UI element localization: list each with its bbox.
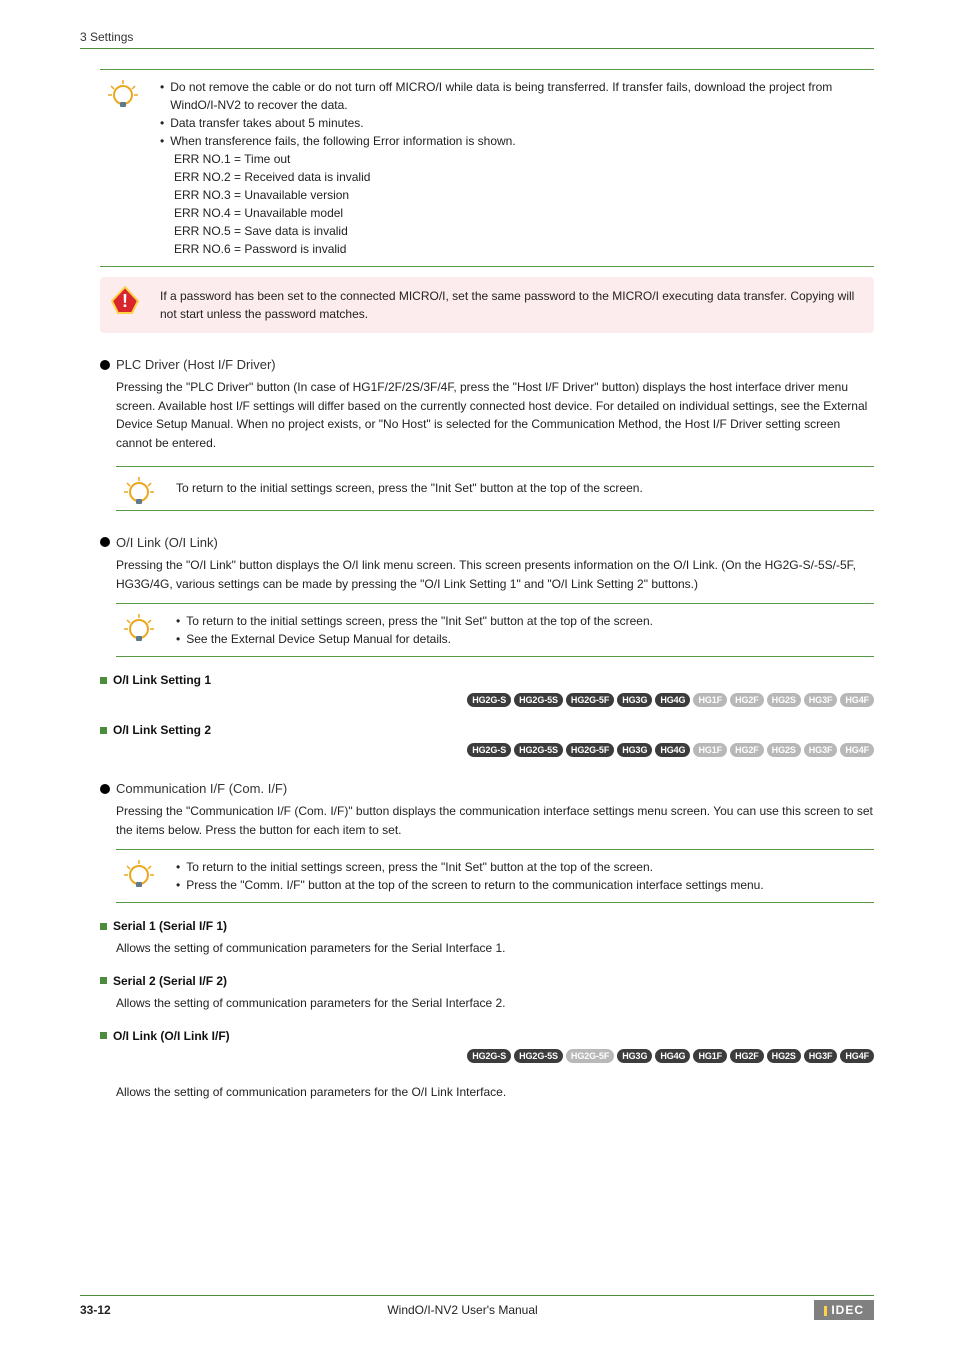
model-tag: HG2S (767, 743, 801, 757)
note-item: •To return to the initial settings scree… (176, 612, 874, 630)
note-item: •Data transfer takes about 5 minutes. (160, 114, 874, 132)
model-tag: HG2G-S (467, 693, 511, 707)
model-tag: HG2G-5F (566, 743, 614, 757)
model-tag: HG2G-5F (566, 693, 614, 707)
note-comm: •To return to the initial settings scree… (116, 849, 874, 903)
note-item: •Do not remove the cable or do not turn … (160, 78, 874, 114)
note-item: •See the External Device Setup Manual fo… (176, 630, 874, 648)
model-tag: HG2G-S (467, 1049, 511, 1063)
sub-serial-1: Serial 1 (Serial I/F 1) (100, 919, 874, 933)
model-tag: HG3F (804, 1049, 838, 1063)
error-code: ERR NO.4 = Unavailable model (174, 204, 874, 222)
lightbulb-icon (124, 477, 154, 510)
model-tag: HG2S (767, 1049, 801, 1063)
sub-serial-2: Serial 2 (Serial I/F 2) (100, 974, 874, 988)
model-tag: HG2G-5S (514, 693, 563, 707)
sub-oilink-if: O/I Link (O/I Link I/F) (100, 1029, 874, 1043)
model-tag: HG3G (617, 693, 652, 707)
note-data-transfer: •Do not remove the cable or do not turn … (100, 69, 874, 267)
model-tag: HG4F (840, 1049, 874, 1063)
serial1-body: Allows the setting of communication para… (116, 939, 874, 958)
model-tag: HG4G (655, 693, 690, 707)
error-code: ERR NO.5 = Save data is invalid (174, 222, 874, 240)
page-section-label: 3 Settings (80, 30, 874, 44)
note-item: •Press the "Comm. I/F" button at the top… (176, 876, 874, 894)
comm-body: Pressing the "Communication I/F (Com. I/… (116, 802, 874, 839)
note-oilink: •To return to the initial settings scree… (116, 603, 874, 657)
model-tag: HG2S (767, 693, 801, 707)
lightbulb-icon (124, 860, 154, 893)
plc-body: Pressing the "PLC Driver" button (In cas… (116, 378, 874, 452)
model-tags-row: HG2G-SHG2G-5SHG2G-5FHG3GHG4GHG1FHG2FHG2S… (100, 693, 874, 707)
note-item: •When transference fails, the following … (160, 132, 874, 150)
error-code: ERR NO.1 = Time out (174, 150, 874, 168)
model-tag: HG4F (840, 743, 874, 757)
model-tag: HG3G (617, 1049, 652, 1063)
model-tags-row: HG2G-SHG2G-5SHG2G-5FHG3GHG4GHG1FHG2FHG2S… (100, 1049, 874, 1063)
lightbulb-icon (124, 614, 154, 647)
warning-text: If a password has been set to the connec… (160, 287, 864, 323)
idec-logo: IDEC (814, 1300, 874, 1320)
model-tag: HG4G (655, 743, 690, 757)
model-tag: HG2G-5S (514, 743, 563, 757)
section-comm-if: Communication I/F (Com. I/F) (100, 781, 874, 796)
error-code: ERR NO.2 = Received data is invalid (174, 168, 874, 186)
note-plc-initset: To return to the initial settings screen… (116, 466, 874, 511)
sub-oilink-setting-1: O/I Link Setting 1 (100, 673, 874, 687)
model-tag: HG2G-S (467, 743, 511, 757)
page-number: 33-12 (80, 1303, 111, 1317)
model-tag: HG4F (840, 693, 874, 707)
model-tag: HG1F (693, 693, 727, 707)
model-tag: HG2F (730, 743, 764, 757)
model-tag: HG3F (804, 693, 838, 707)
error-code: ERR NO.6 = Password is invalid (174, 240, 874, 258)
warning-password: If a password has been set to the connec… (100, 277, 874, 333)
model-tag: HG4G (655, 1049, 690, 1063)
model-tag: HG2F (730, 693, 764, 707)
model-tag: HG3F (804, 743, 838, 757)
model-tag: HG2F (730, 1049, 764, 1063)
warning-icon (110, 285, 140, 318)
error-code: ERR NO.3 = Unavailable version (174, 186, 874, 204)
note-item: •To return to the initial settings scree… (176, 858, 874, 876)
model-tag: HG1F (693, 1049, 727, 1063)
lightbulb-icon (108, 80, 138, 113)
sub-oilink-setting-2: O/I Link Setting 2 (100, 723, 874, 737)
model-tags-row: HG2G-SHG2G-5SHG2G-5FHG3GHG4GHG1FHG2FHG2S… (100, 743, 874, 757)
serial2-body: Allows the setting of communication para… (116, 994, 874, 1013)
note-text: To return to the initial settings screen… (176, 475, 874, 502)
oilinkif-body: Allows the setting of communication para… (116, 1083, 874, 1102)
section-plc-driver: PLC Driver (Host I/F Driver) (100, 357, 874, 372)
manual-title: WindO/I-NV2 User's Manual (111, 1303, 815, 1317)
model-tag: HG2G-5S (514, 1049, 563, 1063)
section-oi-link: O/I Link (O/I Link) (100, 535, 874, 550)
model-tag: HG2G-5F (566, 1049, 614, 1063)
model-tag: HG1F (693, 743, 727, 757)
footer-rule (80, 1295, 874, 1296)
oilink-body: Pressing the "O/I Link" button displays … (116, 556, 874, 593)
model-tag: HG3G (617, 743, 652, 757)
